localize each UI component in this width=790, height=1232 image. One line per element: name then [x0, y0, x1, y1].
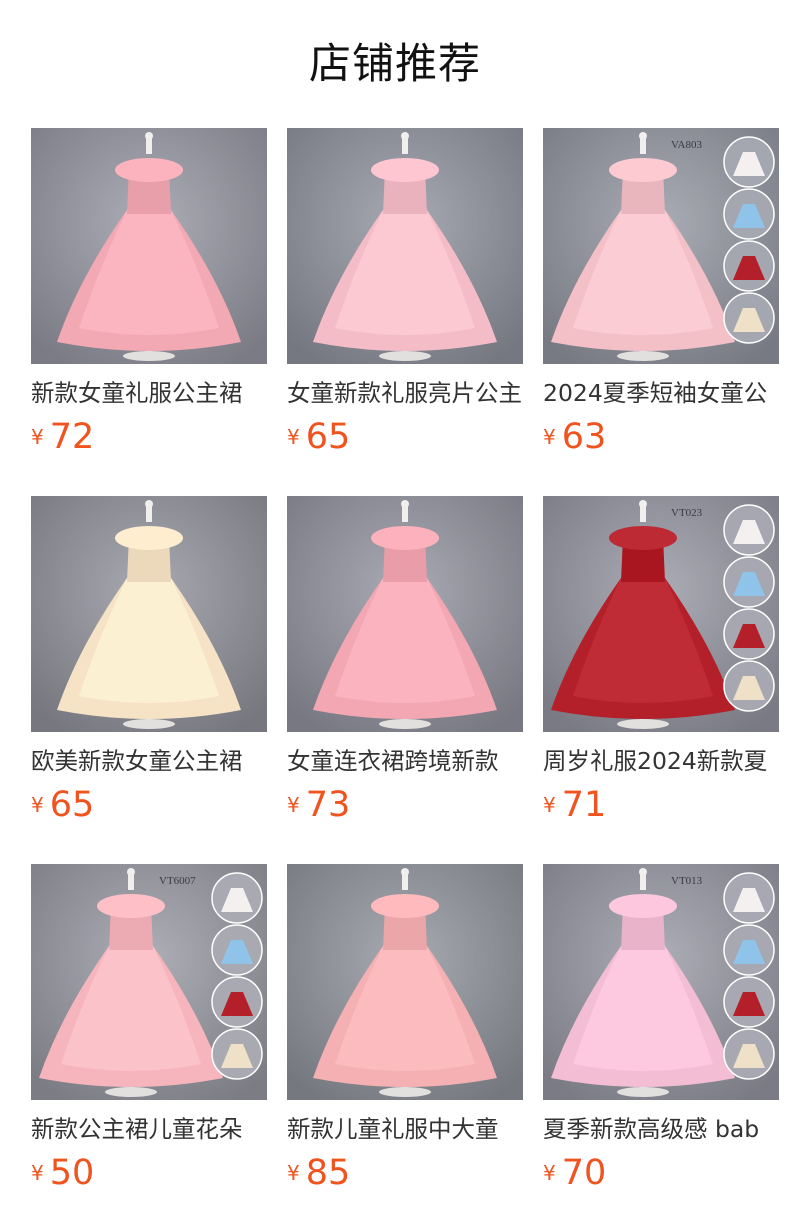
style-code: VT6007 — [159, 875, 196, 887]
product-price: ¥85 — [287, 1151, 350, 1195]
product-price: ¥65 — [287, 415, 350, 459]
product-card[interactable]: 女童连衣裙跨境新款 ¥73 — [287, 496, 523, 864]
price-value: 63 — [561, 417, 607, 457]
currency-symbol: ¥ — [287, 793, 300, 817]
price-value: 72 — [49, 417, 95, 457]
product-price: ¥50 — [31, 1151, 94, 1195]
dress-photo — [31, 128, 267, 364]
mannequin-cap — [639, 868, 647, 876]
product-image[interactable]: VT023 — [543, 496, 779, 732]
dress-photo — [31, 496, 267, 732]
mannequin-cap — [639, 500, 647, 508]
product-grid: 新款女童礼服公主裙 ¥72 女童新款礼服亮片公主 ¥65 VA803 2024夏… — [31, 128, 790, 1232]
mannequin-base — [379, 1087, 431, 1097]
product-card[interactable]: 女童新款礼服亮片公主 ¥65 — [287, 128, 523, 496]
mannequin-cap — [145, 500, 153, 508]
dress-photo: VT013 — [543, 864, 779, 1100]
dress-photo: VA803 — [543, 128, 779, 364]
product-name[interactable]: 欧美新款女童公主裙 — [31, 744, 267, 778]
mannequin-cap — [401, 132, 409, 140]
mannequin-base — [123, 719, 175, 729]
mannequin-base — [379, 719, 431, 729]
price-value: 71 — [561, 785, 607, 825]
mannequin-base — [617, 1087, 669, 1097]
currency-symbol: ¥ — [543, 1161, 556, 1185]
price-value: 85 — [305, 1153, 351, 1193]
mannequin-base — [379, 351, 431, 361]
mannequin-base — [617, 719, 669, 729]
dress-photo: VT023 — [543, 496, 779, 732]
dress-ruffle — [371, 158, 439, 182]
product-name[interactable]: 新款儿童礼服中大童 — [287, 1112, 523, 1146]
dress-ruffle — [371, 526, 439, 550]
mannequin-cap — [401, 500, 409, 508]
currency-symbol: ¥ — [287, 1161, 300, 1185]
dress-photo — [287, 128, 523, 364]
dress-ruffle — [609, 526, 677, 550]
dress-ruffle — [609, 158, 677, 182]
currency-symbol: ¥ — [31, 1161, 44, 1185]
price-value: 70 — [561, 1153, 607, 1193]
product-price: ¥65 — [31, 783, 94, 827]
product-name[interactable]: 周岁礼服2024新款夏 — [543, 744, 779, 778]
product-name[interactable]: 新款女童礼服公主裙 — [31, 376, 267, 410]
dress-ruffle — [115, 526, 183, 550]
product-image[interactable]: VT013 — [543, 864, 779, 1100]
dress-ruffle — [97, 894, 165, 918]
product-name[interactable]: 夏季新款高级感 bab — [543, 1112, 779, 1146]
product-card[interactable]: 新款女童礼服公主裙 ¥72 — [31, 128, 267, 496]
dress-ruffle — [115, 158, 183, 182]
mannequin-cap — [639, 132, 647, 140]
product-image[interactable] — [31, 496, 267, 732]
product-image[interactable]: VT6007 — [31, 864, 267, 1100]
currency-symbol: ¥ — [543, 793, 556, 817]
product-name[interactable]: 女童新款礼服亮片公主 — [287, 376, 523, 410]
product-price: ¥70 — [543, 1151, 606, 1195]
product-name[interactable]: 2024夏季短袖女童公 — [543, 376, 779, 410]
price-value: 65 — [305, 417, 351, 457]
product-price: ¥71 — [543, 783, 606, 827]
mannequin-base — [617, 351, 669, 361]
currency-symbol: ¥ — [31, 425, 44, 449]
currency-symbol: ¥ — [543, 425, 556, 449]
style-code: VT013 — [671, 875, 703, 887]
product-card[interactable]: VA803 2024夏季短袖女童公 ¥63 — [543, 128, 779, 496]
page-title: 店铺推荐 — [308, 39, 481, 88]
currency-symbol: ¥ — [287, 425, 300, 449]
product-card[interactable]: VT023 周岁礼服2024新款夏 ¥71 — [543, 496, 779, 864]
dress-ruffle — [609, 894, 677, 918]
dress-ruffle — [371, 894, 439, 918]
product-image[interactable] — [31, 128, 267, 364]
product-price: ¥73 — [287, 783, 350, 827]
mannequin-cap — [145, 132, 153, 140]
product-image[interactable] — [287, 128, 523, 364]
product-image[interactable] — [287, 496, 523, 732]
mannequin-cap — [127, 868, 135, 876]
product-price: ¥63 — [543, 415, 606, 459]
product-card[interactable]: VT6007 新款公主裙儿童花朵 ¥50 — [31, 864, 267, 1232]
mannequin-base — [123, 351, 175, 361]
product-name[interactable]: 新款公主裙儿童花朵 — [31, 1112, 267, 1146]
style-code: VT023 — [671, 507, 703, 519]
product-card[interactable]: 欧美新款女童公主裙 ¥65 — [31, 496, 267, 864]
product-card[interactable]: 新款儿童礼服中大童 ¥85 — [287, 864, 523, 1232]
dress-photo: VT6007 — [31, 864, 267, 1100]
style-code: VA803 — [671, 139, 702, 151]
product-price: ¥72 — [31, 415, 94, 459]
product-card[interactable]: VT013 夏季新款高级感 bab ¥70 — [543, 864, 779, 1232]
price-value: 73 — [305, 785, 351, 825]
price-value: 50 — [49, 1153, 95, 1193]
product-image[interactable]: VA803 — [543, 128, 779, 364]
product-image[interactable] — [287, 864, 523, 1100]
dress-photo — [287, 496, 523, 732]
price-value: 65 — [49, 785, 95, 825]
product-name[interactable]: 女童连衣裙跨境新款 — [287, 744, 523, 778]
currency-symbol: ¥ — [31, 793, 44, 817]
mannequin-base — [105, 1087, 157, 1097]
mannequin-cap — [401, 868, 409, 876]
dress-photo — [287, 864, 523, 1100]
store-recommendations-page: 店铺推荐 新款女童礼服公主裙 ¥72 女童新款礼服亮片公主 ¥65 VA803 … — [0, 0, 790, 1232]
